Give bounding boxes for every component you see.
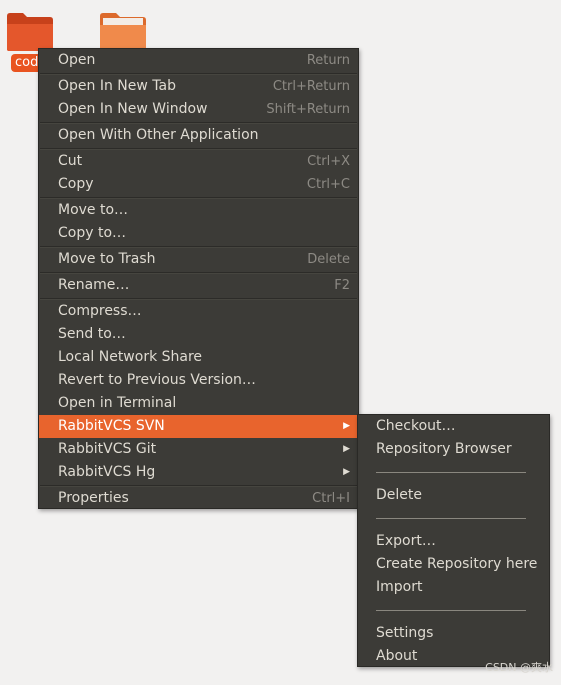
context-menu: Open Return Open In New Tab Ctrl+Return … xyxy=(38,48,359,509)
watermark: CSDN @爽水 xyxy=(485,661,553,674)
menu-item-rabbitvcs-svn[interactable]: RabbitVCS SVN ▶ xyxy=(39,415,358,438)
menu-item-label: Copy to… xyxy=(58,225,127,241)
submenu-arrow-icon: ▶ xyxy=(343,467,350,477)
submenu-item-delete[interactable]: Delete xyxy=(358,484,549,507)
menu-item-revert-version[interactable]: Revert to Previous Version… xyxy=(39,369,358,392)
submenu-arrow-icon: ▶ xyxy=(343,444,350,454)
menu-item-label: Create Repository here xyxy=(376,556,538,572)
menu-item-rabbitvcs-hg[interactable]: RabbitVCS Hg ▶ xyxy=(39,461,358,484)
submenu-item-repository-browser[interactable]: Repository Browser xyxy=(358,438,549,461)
submenu-item-create-repository[interactable]: Create Repository here xyxy=(358,553,549,576)
menu-item-accel: Ctrl+X xyxy=(307,154,350,169)
menu-item-local-network-share[interactable]: Local Network Share xyxy=(39,346,358,369)
menu-separator xyxy=(376,610,526,611)
menu-item-properties[interactable]: Properties Ctrl+I xyxy=(39,487,358,510)
menu-separator xyxy=(376,518,526,519)
menu-item-copy[interactable]: Copy Ctrl+C xyxy=(39,173,358,196)
menu-item-label: Open With Other Application xyxy=(58,127,259,143)
menu-item-open[interactable]: Open Return xyxy=(39,49,358,72)
menu-item-label: Move to Trash xyxy=(58,251,156,267)
menu-item-accel: Shift+Return xyxy=(266,102,350,117)
menu-item-open-new-window[interactable]: Open In New Window Shift+Return xyxy=(39,98,358,121)
menu-item-copy-to[interactable]: Copy to… xyxy=(39,222,358,245)
menu-item-label: Checkout… xyxy=(376,418,456,434)
menu-item-label: Export… xyxy=(376,533,436,549)
menu-item-move-to-trash[interactable]: Move to Trash Delete xyxy=(39,248,358,271)
menu-item-label: Move to… xyxy=(58,202,129,218)
menu-item-open-new-tab[interactable]: Open In New Tab Ctrl+Return xyxy=(39,75,358,98)
menu-item-label: Repository Browser xyxy=(376,441,512,457)
menu-item-label: RabbitVCS SVN xyxy=(58,418,165,434)
submenu-item-settings[interactable]: Settings xyxy=(358,622,549,645)
menu-item-label: RabbitVCS Git xyxy=(58,441,157,457)
menu-item-label: Settings xyxy=(376,625,434,641)
menu-item-label: Rename… xyxy=(58,277,130,293)
menu-item-accel: Return xyxy=(306,53,350,68)
menu-item-label: Copy xyxy=(58,176,94,192)
menu-item-accel: Ctrl+I xyxy=(312,491,350,506)
submenu-arrow-icon: ▶ xyxy=(343,421,350,431)
menu-item-open-terminal[interactable]: Open in Terminal xyxy=(39,392,358,415)
menu-item-label: About xyxy=(376,648,418,664)
menu-item-label: Open in Terminal xyxy=(58,395,177,411)
menu-item-send-to[interactable]: Send to… xyxy=(39,323,358,346)
menu-item-open-with[interactable]: Open With Other Application xyxy=(39,124,358,147)
submenu-item-import[interactable]: Import xyxy=(358,576,549,599)
menu-item-accel: Ctrl+Return xyxy=(272,79,350,94)
menu-item-compress[interactable]: Compress… xyxy=(39,300,358,323)
menu-item-rabbitvcs-git[interactable]: RabbitVCS Git ▶ xyxy=(39,438,358,461)
menu-item-label: Open In New Tab xyxy=(58,78,176,94)
menu-item-label: Revert to Previous Version… xyxy=(58,372,256,388)
menu-item-cut[interactable]: Cut Ctrl+X xyxy=(39,150,358,173)
menu-item-label: Open In New Window xyxy=(58,101,208,117)
menu-item-label: RabbitVCS Hg xyxy=(58,464,156,480)
menu-item-accel: F2 xyxy=(334,278,350,293)
rabbitvcs-svn-submenu: Checkout… Repository Browser Delete Expo… xyxy=(357,414,550,667)
folder-icon[interactable] xyxy=(6,12,54,52)
submenu-item-export[interactable]: Export… xyxy=(358,530,549,553)
menu-item-rename[interactable]: Rename… F2 xyxy=(39,274,358,297)
submenu-item-checkout[interactable]: Checkout… xyxy=(358,415,549,438)
menu-separator xyxy=(376,472,526,473)
menu-item-label: Cut xyxy=(58,153,83,169)
menu-item-label: Open xyxy=(58,52,96,68)
menu-item-label: Delete xyxy=(376,487,422,503)
menu-item-accel: Ctrl+C xyxy=(306,177,350,192)
menu-item-accel: Delete xyxy=(307,252,350,267)
menu-item-label: Properties xyxy=(58,490,129,506)
menu-item-label: Send to… xyxy=(58,326,126,342)
menu-item-move-to[interactable]: Move to… xyxy=(39,199,358,222)
menu-item-label: Import xyxy=(376,579,423,595)
folder-icon-2[interactable] xyxy=(99,12,147,52)
menu-item-label: Compress… xyxy=(58,303,142,319)
menu-item-label: Local Network Share xyxy=(58,349,203,365)
